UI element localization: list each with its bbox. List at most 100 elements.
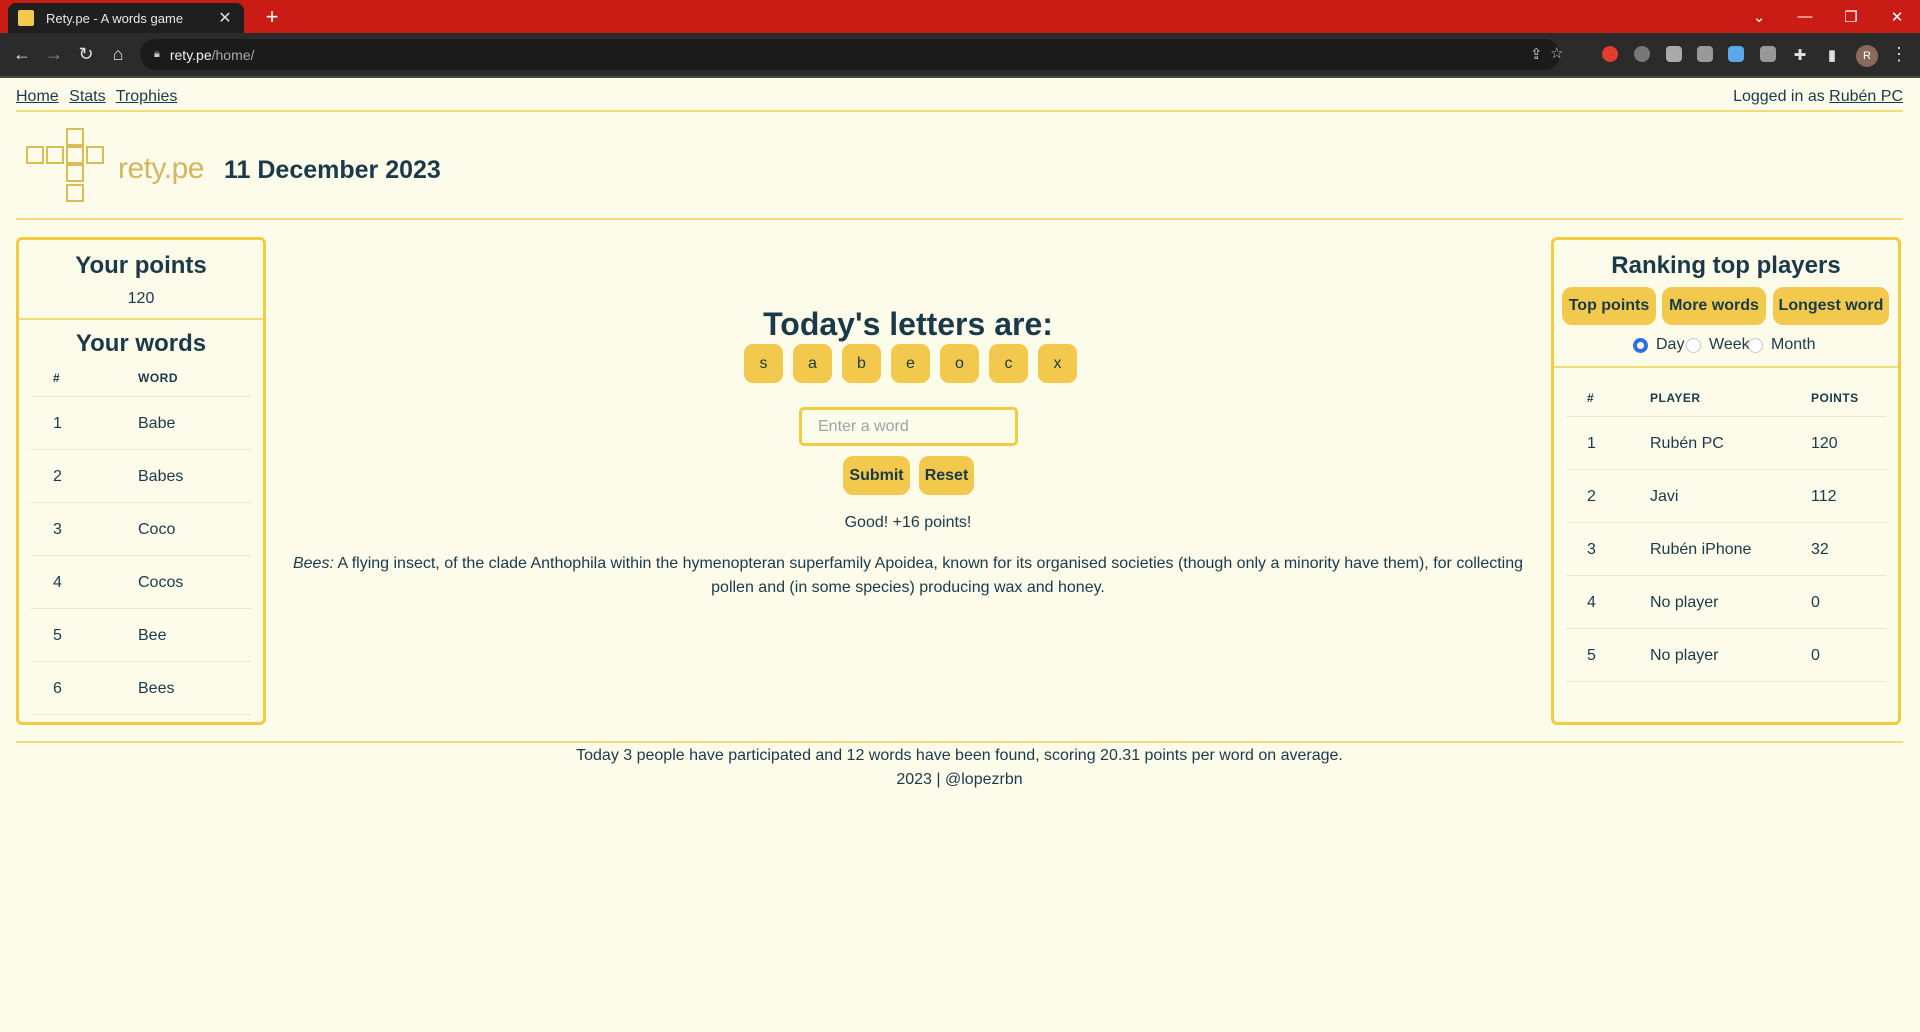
- side-panel-icon[interactable]: ▮: [1814, 33, 1850, 76]
- letter-tile[interactable]: x: [1038, 344, 1077, 383]
- letter-tile[interactable]: b: [842, 344, 881, 383]
- ranking-row: 2 Javi 112: [1566, 470, 1886, 523]
- letter-tile[interactable]: a: [793, 344, 832, 383]
- rank-col-num: #: [1587, 391, 1595, 405]
- ranking-row-n: 1: [1587, 435, 1596, 452]
- ranking-row-points: 0: [1811, 647, 1820, 664]
- share-icon[interactable]: ⇪: [1530, 45, 1543, 63]
- period-day-radio[interactable]: Day: [1633, 336, 1684, 354]
- ranking-row-player: No player: [1650, 647, 1719, 664]
- browser-tab[interactable]: Rety.pe - A words game ✕: [8, 3, 244, 33]
- extension-cloud-icon[interactable]: [1728, 46, 1744, 62]
- more-words-button[interactable]: More words: [1662, 287, 1766, 325]
- nav-divider: [16, 110, 1903, 112]
- nav-trophies-link[interactable]: Trophies: [116, 88, 178, 105]
- page-date: 11 December 2023: [224, 156, 441, 184]
- restore-button[interactable]: ❐: [1828, 0, 1874, 33]
- top-points-button[interactable]: Top points: [1562, 287, 1656, 325]
- letters-title: Today's letters are:: [763, 306, 1053, 342]
- ranking-row: 5 No player 0: [1566, 629, 1886, 682]
- radio-empty-icon: [1686, 337, 1701, 353]
- footer-divider: [16, 741, 1903, 743]
- favicon-icon: [18, 10, 34, 26]
- points-title: Your points: [75, 252, 207, 279]
- word-row-word: Coco: [138, 521, 176, 538]
- word-input[interactable]: [799, 407, 1018, 446]
- definition-word: Bees:: [292, 555, 334, 572]
- ranking-row-n: 3: [1587, 541, 1596, 558]
- ranking-row-player: Rubén PC: [1650, 435, 1724, 452]
- site-nav: Home Stats Trophies: [16, 88, 183, 106]
- ranking-row-n: 2: [1587, 488, 1596, 505]
- ranking-row-points: 0: [1811, 594, 1820, 611]
- period-month-radio[interactable]: Month: [1748, 336, 1815, 354]
- user-link[interactable]: Rubén PC: [1829, 88, 1903, 105]
- rank-col-player: PLAYER: [1650, 391, 1701, 405]
- letter-tiles: sabeocx: [744, 344, 1077, 383]
- forward-icon[interactable]: →: [36, 33, 72, 76]
- submit-button[interactable]: Submit: [843, 456, 910, 495]
- word-row: 1 Babe: [31, 397, 251, 450]
- footer-credit: 2023 | @lopezrbn: [896, 771, 1023, 788]
- back-icon[interactable]: ←: [4, 33, 40, 76]
- address-bar: ← → ↻ ⌂ 🔒︎ rety.pe/home/ ⇪ ☆ ✚ ▮: [0, 33, 1920, 76]
- rank-col-points: POINTS: [1811, 391, 1859, 405]
- word-row-num: 3: [53, 521, 62, 538]
- minimize-button[interactable]: —: [1782, 0, 1828, 33]
- word-row-word: Bee: [138, 627, 167, 644]
- radio-empty-icon: [1748, 337, 1763, 353]
- ranking-title: Ranking top players: [1611, 252, 1841, 279]
- nav-home-link[interactable]: Home: [16, 88, 59, 105]
- word-row-num: 1: [53, 415, 62, 432]
- extension-red-icon[interactable]: [1602, 46, 1618, 62]
- word-row-num: 5: [53, 627, 62, 644]
- close-window-button[interactable]: ✕: [1874, 0, 1920, 33]
- login-status: Logged in as Rubén PC: [1733, 88, 1903, 106]
- letter-tile[interactable]: c: [989, 344, 1028, 383]
- ranking-row: 1 Rubén PC 120: [1566, 417, 1886, 470]
- word-row-num: 4: [53, 574, 62, 591]
- bookmark-star-icon[interactable]: ☆: [1550, 44, 1563, 62]
- word-row-word: Bees: [138, 680, 175, 697]
- url-field[interactable]: 🔒︎ rety.pe/home/ ⇪ ☆: [140, 39, 1563, 70]
- letter-tile[interactable]: o: [940, 344, 979, 383]
- header-divider: [16, 218, 1903, 220]
- letter-tile[interactable]: s: [744, 344, 783, 383]
- brand-name: rety.pe: [118, 152, 205, 185]
- ranking-row: 3 Rubén iPhone 32: [1566, 523, 1886, 576]
- period-week-label: Week: [1709, 336, 1750, 353]
- lock-icon: 🔒︎: [154, 48, 160, 60]
- letter-tile[interactable]: e: [891, 344, 930, 383]
- ranking-row-player: Javi: [1650, 488, 1679, 505]
- period-week-radio[interactable]: Week: [1686, 336, 1750, 354]
- nav-stats-link[interactable]: Stats: [69, 88, 105, 105]
- extensions-puzzle-icon[interactable]: ✚: [1782, 33, 1818, 76]
- points-value: 120: [127, 290, 155, 307]
- crossword-logo-icon: [26, 128, 106, 208]
- tab-title: Rety.pe - A words game: [46, 10, 184, 26]
- user-panel: Your points 120 Your words # WORD 1 Babe 2…: [16, 237, 266, 725]
- extension-g-icon[interactable]: [1634, 46, 1650, 62]
- ranking-row-points: 112: [1811, 488, 1837, 505]
- tab-search-icon[interactable]: ⌄: [1736, 0, 1782, 33]
- extension-printer-icon[interactable]: [1666, 46, 1682, 62]
- reload-icon[interactable]: ↻: [68, 33, 104, 76]
- url-path: /home/: [211, 46, 255, 63]
- new-tab-button[interactable]: +: [258, 3, 286, 31]
- words-title: Your words: [75, 330, 207, 357]
- home-icon[interactable]: ⌂: [100, 33, 136, 76]
- extension-box-icon[interactable]: [1697, 46, 1713, 62]
- extension-shield-icon[interactable]: [1760, 46, 1776, 62]
- ranking-row-player: No player: [1650, 594, 1719, 611]
- reset-button[interactable]: Reset: [919, 456, 974, 495]
- ranking-row: 4 No player 0: [1566, 576, 1886, 629]
- profile-avatar[interactable]: R: [1856, 45, 1878, 67]
- word-row: 4 Cocos: [31, 556, 251, 609]
- close-tab-icon[interactable]: ✕: [216, 8, 234, 28]
- browser-menu-icon[interactable]: ⋮: [1890, 33, 1908, 76]
- words-col-word: WORD: [138, 371, 178, 385]
- ranking-row-n: 4: [1587, 594, 1596, 611]
- longest-word-button[interactable]: Longest word: [1773, 287, 1889, 325]
- radio-selected-icon: [1633, 337, 1648, 353]
- period-month-label: Month: [1771, 336, 1816, 353]
